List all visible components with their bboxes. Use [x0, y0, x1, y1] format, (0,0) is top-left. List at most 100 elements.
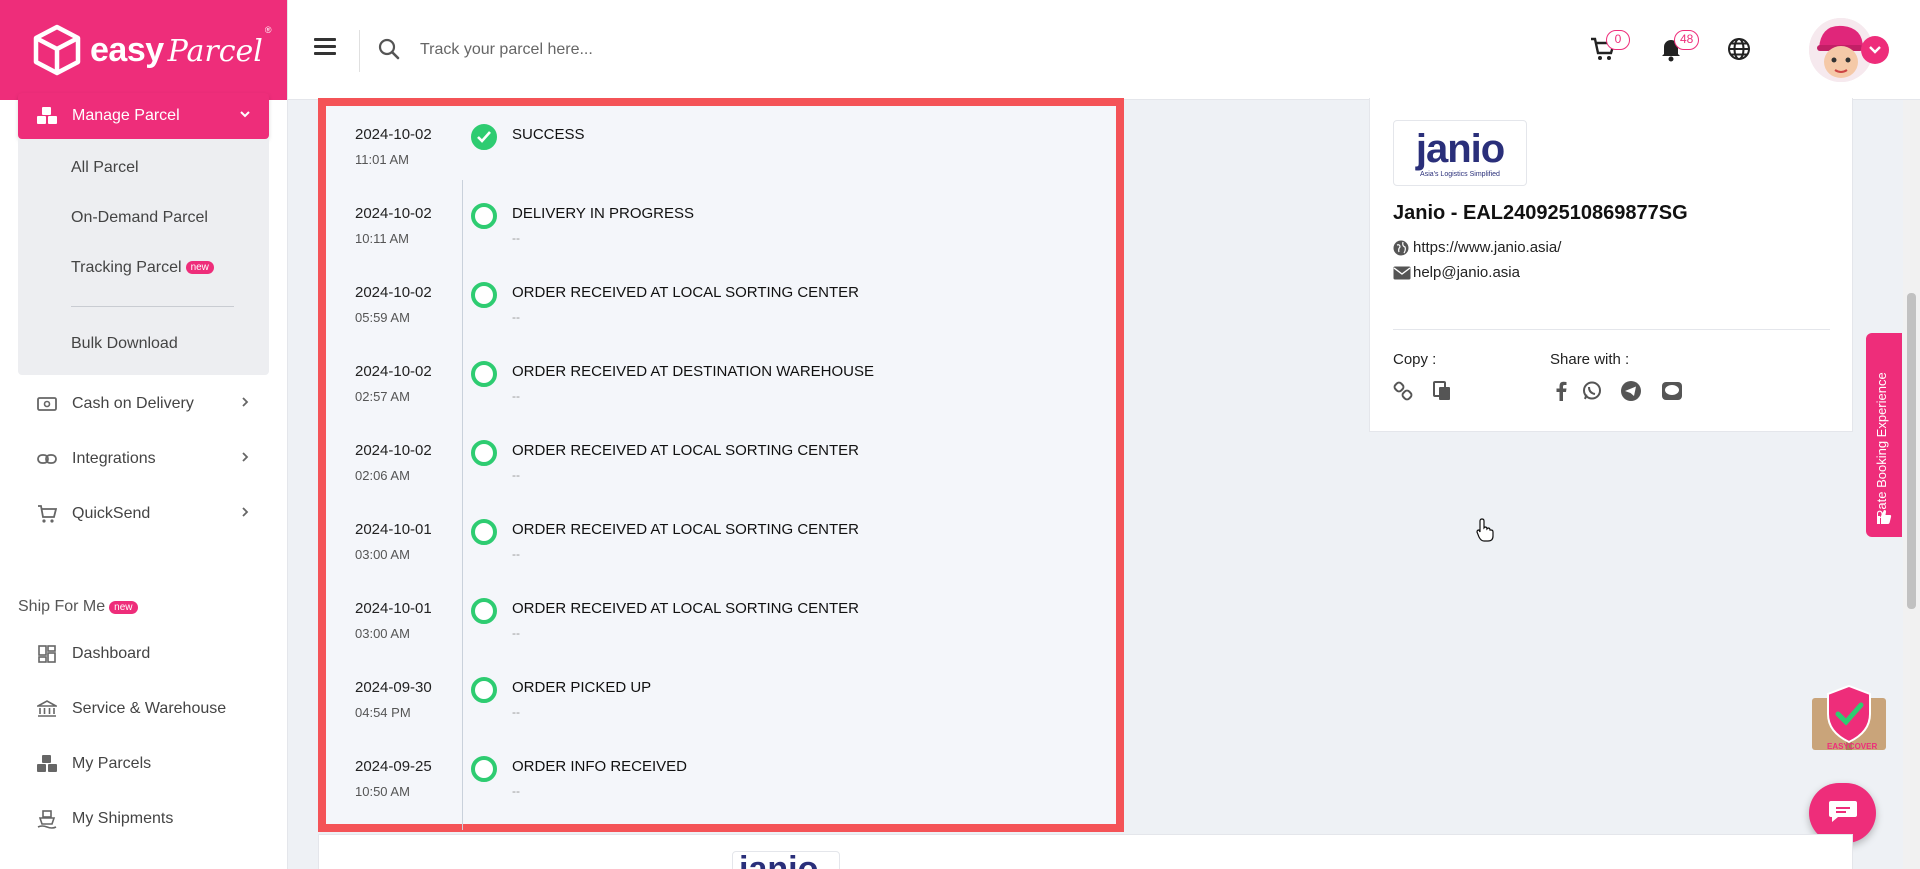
brand-name-parcel: Parcel: [167, 33, 263, 69]
status-dot-icon: [471, 361, 497, 387]
sidebar-item-integrations[interactable]: Integrations: [36, 448, 256, 470]
bank-icon: [36, 698, 58, 720]
section-label: Ship For Me: [18, 598, 106, 615]
telegram-icon[interactable]: [1620, 380, 1642, 402]
boxes-icon: [36, 106, 58, 126]
timeline-event: 2024-10-02 10:11 AM DELIVERY IN PROGRESS…: [326, 203, 1116, 284]
sidebar-item-service-warehouse[interactable]: Service & Warehouse: [36, 698, 256, 720]
top-header: 0 48: [288, 0, 1920, 100]
event-time: 10:50 AM: [355, 784, 410, 799]
chevron-right-icon: [240, 505, 250, 523]
notifications-button[interactable]: 48: [1656, 30, 1700, 66]
cart-plus-icon: [36, 503, 58, 525]
new-badge: new: [185, 261, 214, 275]
facebook-icon[interactable]: [1550, 380, 1572, 402]
envelope-icon: [1393, 266, 1411, 280]
rate-tab-label: Rate Booking Experience: [1874, 372, 1889, 519]
copy-link-icon[interactable]: [1392, 380, 1414, 402]
courier-email-link[interactable]: help@janio.asia: [1393, 264, 1520, 281]
event-detail: --: [512, 626, 520, 640]
chevron-down-icon[interactable]: [1861, 36, 1889, 64]
event-status: SUCCESS: [512, 126, 585, 143]
sidebar-item-quicksend[interactable]: QuickSend: [36, 503, 256, 525]
check-circle-icon: [471, 124, 497, 150]
easycover-badge[interactable]: EASYCOVER: [1810, 684, 1888, 754]
event-time: 10:11 AM: [355, 231, 409, 246]
rate-booking-experience-tab[interactable]: Rate Booking Experience: [1866, 333, 1902, 537]
submenu-item-all-parcel[interactable]: All Parcel: [71, 159, 139, 177]
courier-website-link[interactable]: https://www.janio.asia/: [1393, 239, 1561, 256]
card-divider: [1393, 329, 1830, 330]
sidebar-item-label: Dashboard: [72, 645, 151, 662]
brand-logo[interactable]: easy Parcel ®: [0, 0, 287, 100]
courier-logo-tagline: Asia's Logistics Simplified: [1420, 170, 1500, 178]
chevron-down-icon: [239, 107, 251, 125]
event-date: 2024-09-25: [355, 758, 432, 775]
search-icon[interactable]: [378, 38, 400, 65]
whatsapp-icon[interactable]: [1581, 380, 1603, 402]
sidebar-item-manage-parcel[interactable]: Manage Parcel: [18, 93, 269, 139]
track-parcel-search-input[interactable]: [420, 34, 840, 66]
cash-icon: [36, 393, 58, 415]
notification-count-badge: 48: [1674, 30, 1700, 50]
copy-label: Copy :: [1393, 351, 1437, 368]
sidebar-item-my-parcels[interactable]: My Parcels: [36, 753, 256, 775]
sidebar-item-label: Cash on Delivery: [72, 395, 194, 412]
sidebar-item-label: Service & Warehouse: [72, 700, 227, 717]
event-status: ORDER INFO RECEIVED: [512, 758, 688, 775]
globe-icon: [1727, 37, 1751, 66]
submenu-divider: [71, 306, 234, 307]
scrollbar-thumb[interactable]: [1907, 293, 1916, 609]
event-detail: --: [512, 231, 520, 245]
sidebar-item-label: QuickSend: [72, 505, 151, 522]
status-dot-icon: [471, 677, 497, 703]
event-time: 04:54 PM: [355, 705, 411, 720]
timeline-event: 2024-10-02 11:01 AM SUCCESS: [326, 124, 1116, 205]
submenu-item-bulk-download[interactable]: Bulk Download: [71, 335, 178, 353]
event-date: 2024-10-02: [355, 442, 432, 459]
menu-icon[interactable]: [314, 38, 336, 56]
cart-button[interactable]: 0: [1588, 30, 1630, 66]
sidebar-item-my-shipments[interactable]: My Shipments: [36, 808, 256, 830]
event-time: 11:01 AM: [355, 152, 409, 167]
cart-count-badge: 0: [1606, 30, 1630, 50]
manage-parcel-submenu: All Parcel On-Demand Parcel Tracking Par…: [18, 139, 269, 375]
event-status: DELIVERY IN PROGRESS: [512, 205, 695, 222]
sidebar-item-label: Manage Parcel: [72, 107, 180, 124]
event-detail: --: [512, 784, 520, 798]
event-detail: --: [512, 547, 520, 561]
timeline-event: 2024-10-02 02:06 AM ORDER RECEIVED AT LO…: [326, 440, 1116, 521]
event-time: 03:00 AM: [355, 626, 410, 641]
status-dot-icon: [471, 440, 497, 466]
submenu-item-on-demand-parcel[interactable]: On-Demand Parcel: [71, 209, 208, 227]
event-date: 2024-10-01: [355, 521, 432, 538]
ship-for-me-heading: Ship For Me new: [18, 598, 138, 616]
copy-text-icon[interactable]: [1431, 380, 1453, 402]
timeline-event: 2024-10-02 05:59 AM ORDER RECEIVED AT LO…: [326, 282, 1116, 363]
timeline-event: 2024-10-01 03:00 AM ORDER RECEIVED AT LO…: [326, 598, 1116, 679]
globe-icon: [1393, 240, 1411, 256]
timeline-event: 2024-09-30 04:54 PM ORDER PICKED UP --: [326, 677, 1116, 758]
status-dot-icon: [471, 203, 497, 229]
cube-logo-icon: [30, 23, 84, 77]
sidebar-item-dashboard[interactable]: Dashboard: [36, 643, 256, 665]
easycover-label: EASYCOVER: [1827, 742, 1878, 751]
sidebar-item-cash-on-delivery[interactable]: Cash on Delivery: [36, 393, 256, 415]
link-icon: [36, 448, 58, 470]
event-detail: --: [512, 389, 520, 403]
submenu-item-tracking-parcel[interactable]: Tracking Parcel new: [71, 259, 214, 277]
event-detail: --: [512, 468, 520, 482]
timeline-event: 2024-10-02 02:57 AM ORDER RECEIVED AT DE…: [326, 361, 1116, 442]
courier-logo: janio: [732, 851, 840, 869]
event-time: 02:57 AM: [355, 389, 410, 404]
hand-cursor-icon: [1476, 518, 1494, 547]
chat-bubble-icon: [1828, 799, 1858, 828]
language-button[interactable]: [1724, 36, 1754, 66]
status-dot-icon: [471, 282, 497, 308]
courier-website: https://www.janio.asia/: [1413, 239, 1562, 256]
page-scrollbar[interactable]: [1903, 100, 1920, 869]
line-icon[interactable]: [1661, 380, 1683, 402]
new-badge: new: [109, 600, 138, 614]
event-status: ORDER PICKED UP: [512, 679, 652, 696]
courier-logo-word: janio: [739, 852, 839, 869]
